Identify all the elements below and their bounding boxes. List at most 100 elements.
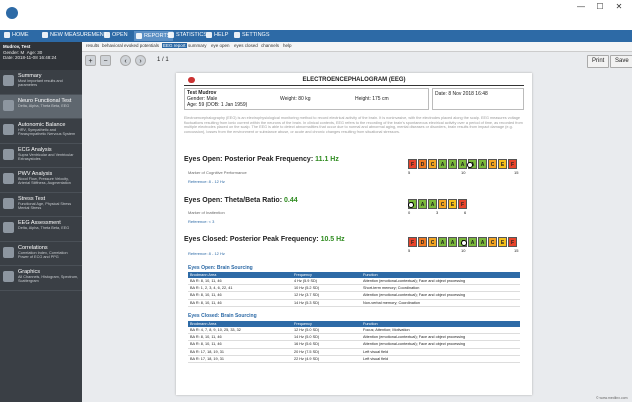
table-cell: Non-verbal memory; Coordination	[361, 299, 520, 307]
metric-title: Eyes Closed: Posterior Peak Frequency: 1…	[184, 236, 345, 243]
sidebar-item-stress-test[interactable]: Stress Test Functional Age, Physical Stre…	[0, 193, 82, 217]
title-bar: — ☐ ✕	[0, 0, 632, 30]
table-cell: BA R: 17, 18, 19, 31	[188, 355, 292, 363]
chevron-left-icon: ‹	[124, 58, 127, 65]
maximize-button[interactable]: ☐	[593, 2, 607, 11]
closed-table-title: Eyes Closed: Brain Sourcing	[188, 313, 257, 319]
open-table-title: Eyes Open: Brain Sourcing	[188, 265, 253, 271]
graphics-icon	[3, 271, 14, 282]
table-cell: 10 Hz (5.2 SD)	[292, 284, 361, 293]
sidebar-item-eeg-assessment[interactable]: EEG Assessment Delta, Alpha, Theta Beta, …	[0, 217, 82, 242]
scale-cell: F	[408, 159, 417, 169]
scale-tick: 10	[461, 248, 466, 253]
table-cell: 14 Hz (5.3 SD)	[292, 299, 361, 307]
prev-page-button[interactable]: ‹	[120, 55, 131, 66]
balance-icon	[3, 124, 14, 135]
nav-help[interactable]: HELP	[206, 32, 228, 38]
zoom-out-button[interactable]: −	[100, 55, 111, 66]
metric-title: Eyes Open: Posterior Peak Frequency: 11.…	[184, 156, 339, 163]
scale-cell: F	[508, 237, 517, 247]
scale-cell: A	[458, 159, 467, 169]
nav-new-measurement[interactable]: NEW MEASUREMENT	[42, 32, 107, 38]
zoom-in-button[interactable]: +	[85, 55, 96, 66]
next-page-button[interactable]: ›	[135, 55, 146, 66]
patient-card: Mudrov, Test Gender: M Age: 30 Date: 201…	[0, 42, 82, 70]
table-row: BA R: 4, 7, 8, 9, 10, 25, 33, 32 12 Hz (5…	[188, 327, 520, 335]
tab-evoked-potentials[interactable]: evoked potentials	[123, 43, 160, 48]
nav-reports[interactable]: REPORTS	[134, 31, 173, 41]
nav-statistics[interactable]: STATISTICS	[168, 32, 207, 38]
scale-cell: C	[428, 159, 437, 169]
table-cell: 16 Hz (5.6 SD)	[292, 340, 361, 349]
scale-tick: 15	[514, 170, 519, 175]
folder-icon	[104, 32, 110, 38]
metric-reference: Reference: < 3	[188, 219, 215, 224]
zoom-in-icon: +	[88, 58, 93, 65]
nav-settings[interactable]: SETTINGS	[234, 32, 270, 38]
close-button[interactable]: ✕	[612, 2, 626, 11]
sidebar-item-autonomic-balance[interactable]: Autonomic Balance HRV, Sympathetic and Pa…	[0, 119, 82, 144]
scale-cell: E	[498, 159, 507, 169]
sidebar-item-correlations[interactable]: Correlations Correlation Index, Correlati…	[0, 242, 82, 266]
scale-tick: 0	[408, 210, 411, 215]
table-cell: Attention (emotional-contextual); Face a…	[361, 291, 520, 300]
sidebar-item-neuro-functional-test[interactable]: Neuro Functional Test Delta, Alpha, Theta…	[0, 94, 82, 119]
table-cell: 4 Hz (5.9 SD)	[292, 278, 361, 286]
sidebar-item-summary[interactable]: Summary Most important results and parame…	[0, 70, 82, 95]
tab-channels[interactable]: channels	[260, 43, 280, 48]
tab-summary[interactable]: summary	[187, 43, 208, 48]
sidebar-item-ecg-analysis[interactable]: ECG Analysis Supra Ventricular and Ventri…	[0, 144, 82, 168]
report-page: ELECTROENCEPHALOGRAM (EEG) Test Mudrov G…	[176, 73, 532, 395]
scale-cell: E	[448, 199, 457, 209]
tab-help[interactable]: help	[282, 43, 293, 48]
metric-subtitle: Marker of Cognitive Performance	[188, 170, 247, 175]
zoom-out-icon: −	[103, 58, 108, 65]
minimize-button[interactable]: —	[574, 2, 588, 11]
table-row: BA R: 8, 10, 11, 46 16 Hz (5.6 SD) Attenti…	[188, 340, 520, 349]
eyes-open-table: Brodmann Area Frequency Function BA R: 8, 1…	[188, 272, 520, 307]
scale-cell: C	[488, 159, 497, 169]
document-icon	[136, 33, 142, 39]
nav-home[interactable]: HOME	[4, 32, 29, 38]
page-indicator: 1 / 1	[157, 57, 169, 63]
table-cell: BA R: 8, 10, 11, 46	[188, 278, 292, 286]
correlation-icon	[3, 246, 14, 258]
scale-tick: 6	[464, 210, 467, 215]
table-cell: 22 Hz (4.9 SD)	[292, 355, 361, 363]
brain-icon	[3, 99, 14, 111]
scale-cell: C	[428, 237, 437, 247]
table-row: BA R: 8, 10, 11, 46 14 Hz (5.0 SD) Attenti…	[188, 333, 520, 342]
save-button[interactable]: Save	[610, 55, 632, 68]
nav-open[interactable]: OPEN	[104, 32, 128, 38]
tab-eye-open[interactable]: eye open	[210, 43, 231, 48]
table-row: BA R: 17, 18, 19, 31 22 Hz (4.9 SD) Left v…	[188, 355, 520, 363]
table-row: BA R: 8, 10, 11, 46 14 Hz (5.3 SD) Non-ver…	[188, 299, 520, 307]
scale-cell: D	[418, 159, 427, 169]
tab-behavioral[interactable]: behavioral	[101, 43, 124, 48]
print-button[interactable]: Print	[587, 55, 610, 68]
tab-results[interactable]: results	[85, 43, 100, 48]
table-cell: Attention (emotional-contextual); Face a…	[361, 333, 520, 342]
scale-cell: C	[438, 199, 447, 209]
rating-scale: FDCAAAAACEF51015	[408, 159, 518, 175]
scale-cell: A	[478, 159, 487, 169]
tab-eyes-closed[interactable]: eyes closed	[233, 43, 259, 48]
tab-eeg-report[interactable]: EEG report	[162, 43, 187, 48]
table-row: BA R: 17, 18, 19, 31 20 Hz (7.5 SD) Left v…	[188, 348, 520, 356]
sidebar-item-pwv-analysis[interactable]: PWV Analysis Blood Flow, Pressure Velocit…	[0, 168, 82, 193]
table-cell: BA R: 8, 10, 11, 46	[188, 340, 292, 349]
sidebar: Mudrov, Test Gender: M Age: 30 Date: 201…	[0, 42, 82, 402]
table-cell: Left visual field	[361, 348, 520, 356]
sidebar-item-graphics[interactable]: Graphics All Channels, Histogram, Spectru…	[0, 266, 82, 291]
home-icon	[4, 32, 10, 38]
heart-icon	[3, 148, 14, 160]
table-cell: 14 Hz (5.0 SD)	[292, 333, 361, 342]
footer-text: © www.medlinx.com	[596, 396, 628, 400]
metric-reference: Reference: 8 - 12 Hz	[188, 179, 225, 184]
patient-info-box: Test Mudrov Gender: Male Age: 59 (DOB: 1…	[184, 88, 429, 110]
report-title: ELECTROENCEPHALOGRAM (EEG)	[184, 77, 524, 86]
table-cell: 12 Hz (5.0 SD)	[292, 327, 361, 335]
scale-cell: A	[438, 237, 447, 247]
main-nav: HOME NEW MEASUREMENT OPEN REPORTS STATIS…	[0, 30, 632, 42]
pulse-icon	[3, 173, 14, 184]
